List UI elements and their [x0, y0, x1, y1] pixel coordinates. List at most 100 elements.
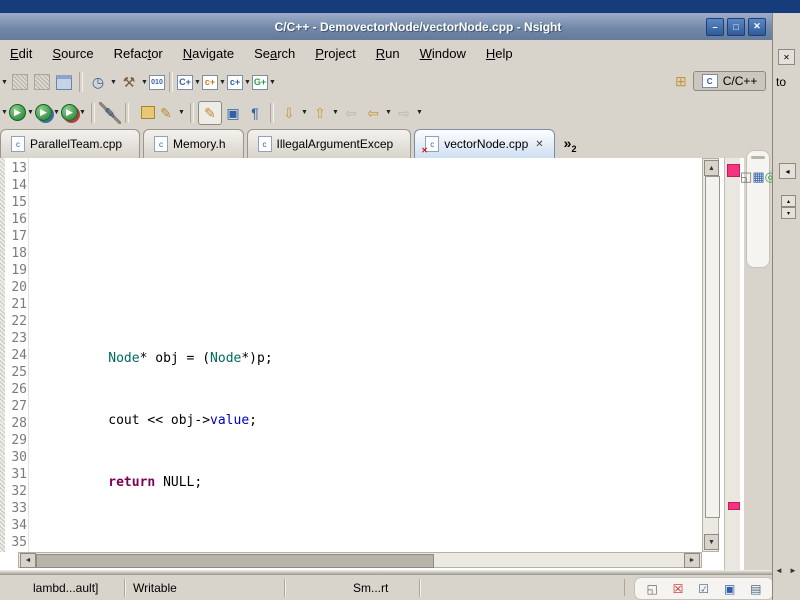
run-dropdown-icon[interactable]: ▼ [26, 102, 35, 124]
back-dropdown-icon[interactable]: ▼ [384, 102, 393, 124]
code-line[interactable] [30, 530, 702, 547]
scroll-right-icon[interactable]: ► [684, 553, 700, 568]
last-edit-location-icon[interactable]: ⇧ [309, 102, 331, 124]
tasks-view-icon[interactable]: ☑ [698, 583, 709, 595]
toolbar-item [270, 102, 274, 123]
new-c-file-icon[interactable]: c+ [227, 74, 243, 90]
overview-error-marker[interactable] [727, 164, 740, 177]
background-scroll-left-icon[interactable]: ◄ [775, 566, 783, 575]
menu-item[interactable]: Refactor [104, 42, 173, 65]
console-view-icon[interactable]: ▣ [724, 583, 735, 595]
problems-view-icon[interactable]: ☒ [673, 583, 684, 595]
background-back-icon[interactable]: ◂ [779, 163, 796, 179]
scroll-left-icon[interactable]: ◄ [20, 553, 36, 568]
forward-dropdown-icon[interactable]: ▼ [415, 102, 424, 124]
background-close-icon[interactable]: ✕ [778, 49, 795, 65]
menu-item[interactable]: Edit [0, 42, 42, 65]
tab-overflow-chevron[interactable]: »2 [564, 135, 577, 154]
new-cpp-class-dropdown-icon[interactable]: ▼ [218, 71, 227, 93]
highlight-pen-icon[interactable]: ✎ [155, 102, 177, 124]
highlight-dropdown-icon[interactable]: ▼ [177, 102, 186, 124]
debug-dropdown-icon[interactable]: ▼ [0, 102, 9, 124]
build-schedule-dropdown-icon[interactable]: ▼ [109, 71, 118, 93]
drag-handle[interactable] [751, 156, 765, 159]
build-hammer-icon[interactable]: ⚒ [118, 71, 140, 93]
status-insert-mode[interactable]: Sm...rt [345, 578, 420, 597]
code-line[interactable] [30, 220, 702, 237]
scroll-up-icon[interactable]: ▲ [704, 160, 719, 176]
line-number-ruler[interactable]: 13 14 15 16 17 18 19 20 21 22 23 24 25 26 27 28 29 30 31 32… [5, 160, 27, 552]
save-annotation-dropdown-icon[interactable]: ▼ [300, 102, 309, 124]
menu-item[interactable]: Window [410, 42, 476, 65]
outline-view-icon[interactable]: ▦ [752, 169, 764, 184]
profile-dropdown-icon[interactable]: ▼ [52, 102, 61, 124]
forward-disabled-icon[interactable]: ⇨ [393, 102, 415, 124]
line-number: 13 [11, 161, 27, 176]
pencil-slash-icon[interactable]: ✎ [99, 101, 121, 124]
new-c-project-dropdown-icon[interactable]: ▼ [193, 71, 202, 93]
spinner-up-icon[interactable]: ▴ [781, 195, 796, 207]
build-dropdown-icon[interactable]: ▼ [140, 71, 149, 93]
back-disabled-icon[interactable]: ⇦ [340, 102, 362, 124]
minimize-icon[interactable]: – [706, 17, 724, 36]
open-perspective-icon[interactable]: ⊞ [675, 73, 687, 90]
coverage-dropdown-icon[interactable]: ▼ [78, 102, 87, 124]
horizontal-scrollbar[interactable]: ◄ ► [18, 552, 702, 568]
properties-view-icon[interactable]: ▤ [750, 583, 761, 595]
new-c-file-dropdown-icon[interactable]: ▼ [243, 71, 252, 93]
title-bar[interactable]: C/C++ - DemovectorNode/vectorNode.cpp - … [0, 13, 772, 41]
editor-tab[interactable]: c Memory.h [143, 129, 244, 158]
tab-close-icon[interactable]: ✕ [535, 139, 543, 150]
mark-occurrences-icon[interactable]: ▣ [222, 102, 244, 124]
close-icon[interactable]: ✕ [748, 17, 766, 36]
new-c-project-icon[interactable]: C+ [177, 74, 193, 90]
print-icon[interactable] [53, 71, 75, 93]
profile-icon[interactable]: ▶ [35, 104, 52, 121]
menu-item[interactable]: Source [42, 42, 103, 65]
last-edit-dropdown-icon[interactable]: ▼ [331, 102, 340, 124]
open-element-icon[interactable]: ● [133, 102, 155, 124]
restore-view-icon[interactable]: ◱ [740, 169, 752, 184]
scroll-down-icon[interactable]: ▼ [704, 534, 719, 550]
code-line[interactable]: Node* obj = (Node*)p; [30, 282, 702, 366]
code-area[interactable]: Node* obj = (Node*)p; cout << obj->value… [30, 160, 702, 552]
toolbar-item [190, 102, 194, 123]
save-annotation-icon[interactable]: ⇩ [278, 102, 300, 124]
back-icon[interactable]: ⇦ [362, 102, 384, 124]
save-icon[interactable] [9, 71, 31, 93]
code-line[interactable] [30, 468, 702, 485]
binary-file-icon[interactable]: 010 [149, 74, 165, 90]
build-schedule-icon[interactable]: ◷ [87, 71, 109, 93]
overflow-dropdown-icon[interactable]: ▼ [0, 71, 9, 93]
new-class-icon[interactable]: G+ [252, 74, 268, 90]
overview-line-error-marker[interactable] [728, 502, 740, 510]
background-scroll-right-icon[interactable]: ► [789, 566, 797, 575]
vertical-scrollbar[interactable]: ▲ ▼ [702, 158, 720, 552]
save-all-icon[interactable] [31, 71, 53, 93]
vertical-scroll-thumb[interactable] [705, 176, 720, 518]
show-whitespace-icon[interactable]: ¶ [244, 102, 266, 124]
menu-item[interactable]: Help [476, 42, 523, 65]
menu-item[interactable]: Navigate [173, 42, 244, 65]
background-spinner[interactable]: ▴ ▾ [781, 195, 796, 219]
coverage-icon[interactable]: ▶ [61, 104, 78, 121]
menu-item[interactable]: Run [366, 42, 410, 65]
code-editor[interactable]: 13 14 15 16 17 18 19 20 21 22 23 24 25 26 27 28 29 30 31 32… [0, 158, 745, 570]
editor-tab[interactable]: c ✕ vectorNode.cpp ✕ [414, 129, 555, 158]
menu-item[interactable]: Search [244, 42, 305, 65]
highlight-active-icon[interactable]: ✎ [198, 100, 222, 125]
line-number: 14 [11, 178, 27, 193]
code-line[interactable]: return NULL; [30, 406, 702, 490]
restore-view-icon[interactable]: ◱ [646, 583, 657, 595]
horizontal-scroll-thumb[interactable] [36, 554, 434, 568]
editor-tab[interactable]: c IllegalArgumentExcep [246, 129, 412, 158]
spinner-down-icon[interactable]: ▾ [781, 207, 796, 219]
code-line[interactable]: cout << obj->value; [30, 344, 702, 428]
editor-tab[interactable]: c ParallelTeam.cpp [0, 129, 141, 158]
new-cpp-class-icon[interactable]: c+ [202, 74, 218, 90]
menu-item[interactable]: Project [305, 42, 365, 65]
cpp-perspective-button[interactable]: C C/C++ [692, 71, 767, 91]
new-class-dropdown-icon[interactable]: ▼ [268, 71, 277, 93]
run-icon[interactable]: ▶ [9, 104, 26, 121]
maximize-icon[interactable]: □ [727, 17, 745, 36]
